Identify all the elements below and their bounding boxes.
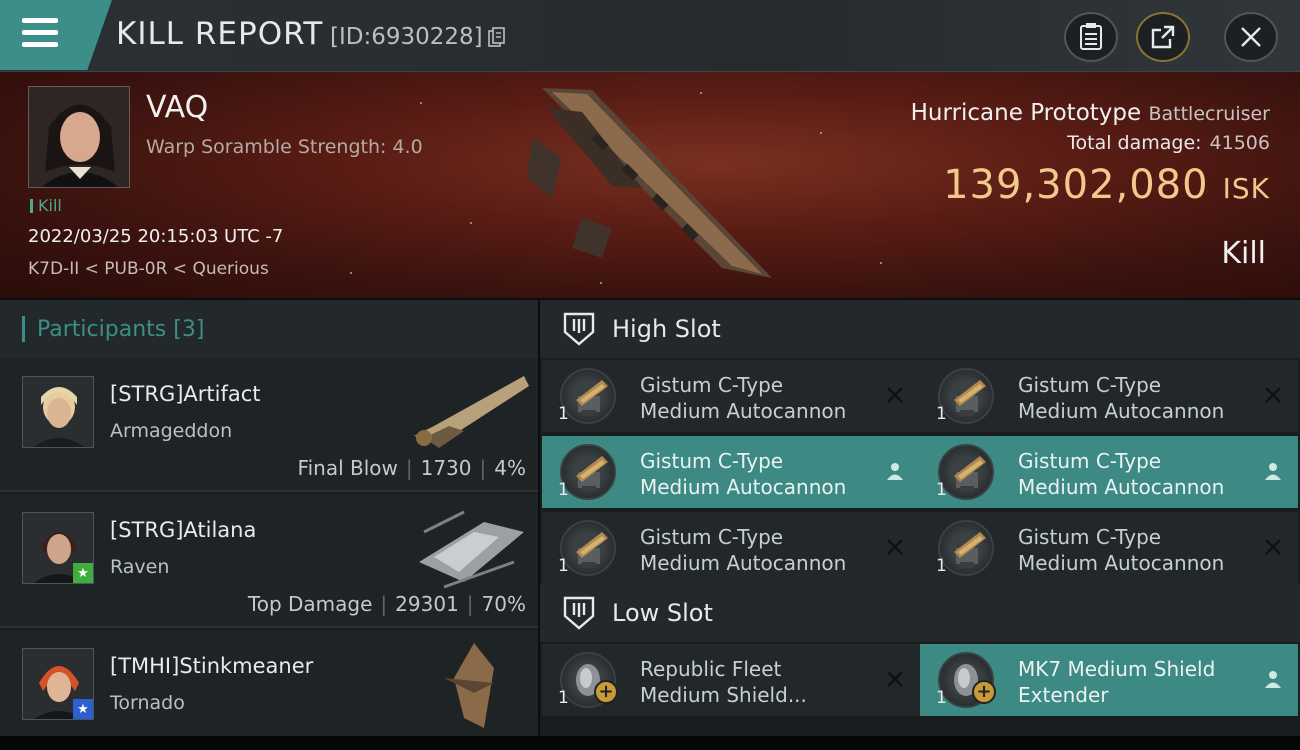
module-quantity: 1	[558, 480, 569, 500]
participants-panel: Participants [3] [STRG]Artifact Armagedd…	[0, 300, 538, 736]
destroyed-x-icon	[884, 536, 906, 558]
module-name: Republic Fleet Medium Shield...	[640, 657, 807, 707]
low-slot-icon	[563, 596, 595, 630]
bottom-edge	[0, 736, 1300, 750]
module-name: Gistum C-Type Medium Autocannon	[1018, 449, 1225, 499]
report-id: [ID:6930228]	[330, 24, 483, 50]
hamburger-menu-icon	[22, 18, 58, 48]
participant-name: [STRG]Atilana	[110, 518, 257, 542]
clipboard-icon	[1080, 23, 1102, 50]
module-quantity: 1	[558, 556, 569, 576]
destroyed-x-icon	[1262, 384, 1284, 406]
module-name: Gistum C-Type Medium Autocannon	[1018, 525, 1225, 575]
participant-stats: Final Blow | 1730 | 4%	[297, 456, 526, 480]
warp-scramble-strength: Warp Soramble Strength: 4.0	[146, 136, 423, 158]
module-name: Gistum C-Type Medium Autocannon	[640, 525, 847, 575]
plus-icon: +	[594, 680, 618, 704]
module-item[interactable]: 1 Gistum C-Type Medium Autocannon	[542, 436, 920, 508]
participant-ship-image	[444, 643, 494, 728]
participant-row[interactable]: [STRG]Artifact Armageddon Final Blow | 173…	[0, 358, 538, 492]
total-damage: Total damage: 41506	[1067, 132, 1270, 154]
victim-ship-image[interactable]	[522, 78, 782, 284]
participant-avatar: ★	[22, 648, 94, 720]
participant-row[interactable]: ★ [STRG]Atilana Raven Top Damage | 29301 | 7…	[0, 494, 538, 628]
module-name: Gistum C-Type Medium Autocannon	[1018, 373, 1225, 423]
top-bar: KILL REPORT [ID:6930228]	[0, 0, 1300, 72]
high-slot-icon	[563, 312, 595, 346]
kill-location[interactable]: K7D-II < PUB-0R < Querious	[28, 259, 269, 279]
module-quantity: 1	[558, 688, 569, 708]
page-title: KILL REPORT	[116, 16, 324, 52]
participant-name: [STRG]Artifact	[110, 382, 261, 406]
kill-timestamp: 2022/03/25 20:15:03 UTC -7	[28, 226, 284, 247]
menu-button[interactable]	[0, 0, 112, 70]
participants-header: Participants [3]	[0, 300, 538, 358]
low-slot-header: Low Slot	[540, 584, 1300, 642]
dropped-person-icon	[1262, 460, 1284, 482]
module-quantity: 1	[936, 480, 947, 500]
clipboard-button[interactable]	[1064, 12, 1118, 62]
destroyed-x-icon	[1262, 536, 1284, 558]
star-badge-icon: ★	[73, 563, 93, 583]
isk-value: 139,302,080 ISK	[943, 162, 1270, 208]
module-item[interactable]: +1 Republic Fleet Medium Shield...	[542, 644, 920, 716]
module-item[interactable]: +1 MK7 Medium Shield Extender	[920, 644, 1298, 716]
dropped-person-icon	[1262, 668, 1284, 690]
result-label: Kill	[1221, 236, 1266, 271]
module-item[interactable]: 1 Gistum C-Type Medium Autocannon	[542, 360, 920, 432]
participant-avatar: ★	[22, 512, 94, 584]
dropped-person-icon	[884, 460, 906, 482]
module-item[interactable]: 1 Gistum C-Type Medium Autocannon	[542, 512, 920, 584]
module-quantity: 1	[936, 404, 947, 424]
participant-ship: Raven	[110, 556, 170, 578]
plus-icon: +	[972, 680, 996, 704]
destroyed-x-icon	[884, 668, 906, 690]
share-button[interactable]	[1136, 12, 1190, 62]
participant-ship: Armageddon	[110, 420, 233, 442]
module-quantity: 1	[936, 688, 947, 708]
destroyed-x-icon	[884, 384, 906, 406]
participant-ship-image	[414, 376, 529, 448]
module-name: Gistum C-Type Medium Autocannon	[640, 449, 847, 499]
participant-ship-image	[419, 510, 524, 589]
high-slot-header: High Slot	[540, 300, 1300, 358]
module-quantity: 1	[558, 404, 569, 424]
module-quantity: 1	[936, 556, 947, 576]
participant-ship: Tornado	[110, 692, 185, 714]
participant-row[interactable]: ★ [TMHI]Stinkmeaner Tornado	[0, 630, 538, 736]
close-icon	[1241, 27, 1261, 47]
participant-avatar	[22, 376, 94, 448]
share-icon	[1151, 25, 1175, 49]
participant-name: [TMHI]Stinkmeaner	[110, 654, 314, 678]
participant-stats: Top Damage | 29301 | 70%	[247, 592, 526, 616]
module-name: Gistum C-Type Medium Autocannon	[640, 373, 847, 423]
module-item[interactable]: 1 Gistum C-Type Medium Autocannon	[920, 436, 1298, 508]
victim-ship[interactable]: Hurricane Prototype Battlecruiser	[911, 100, 1270, 126]
close-button[interactable]	[1224, 12, 1278, 62]
victim-avatar[interactable]	[28, 86, 130, 188]
module-item[interactable]: 1 Gistum C-Type Medium Autocannon	[920, 512, 1298, 584]
star-badge-icon: ★	[73, 699, 93, 719]
module-name: MK7 Medium Shield Extender	[1018, 657, 1216, 707]
copy-icon[interactable]	[488, 27, 506, 47]
victim-name: VAQ	[146, 90, 209, 125]
module-item[interactable]: 1 Gistum C-Type Medium Autocannon	[920, 360, 1298, 432]
kill-tag: Kill	[30, 196, 62, 215]
fitting-panel: High Slot 1 Gistum C-Type Medium Autocanno…	[540, 300, 1300, 736]
